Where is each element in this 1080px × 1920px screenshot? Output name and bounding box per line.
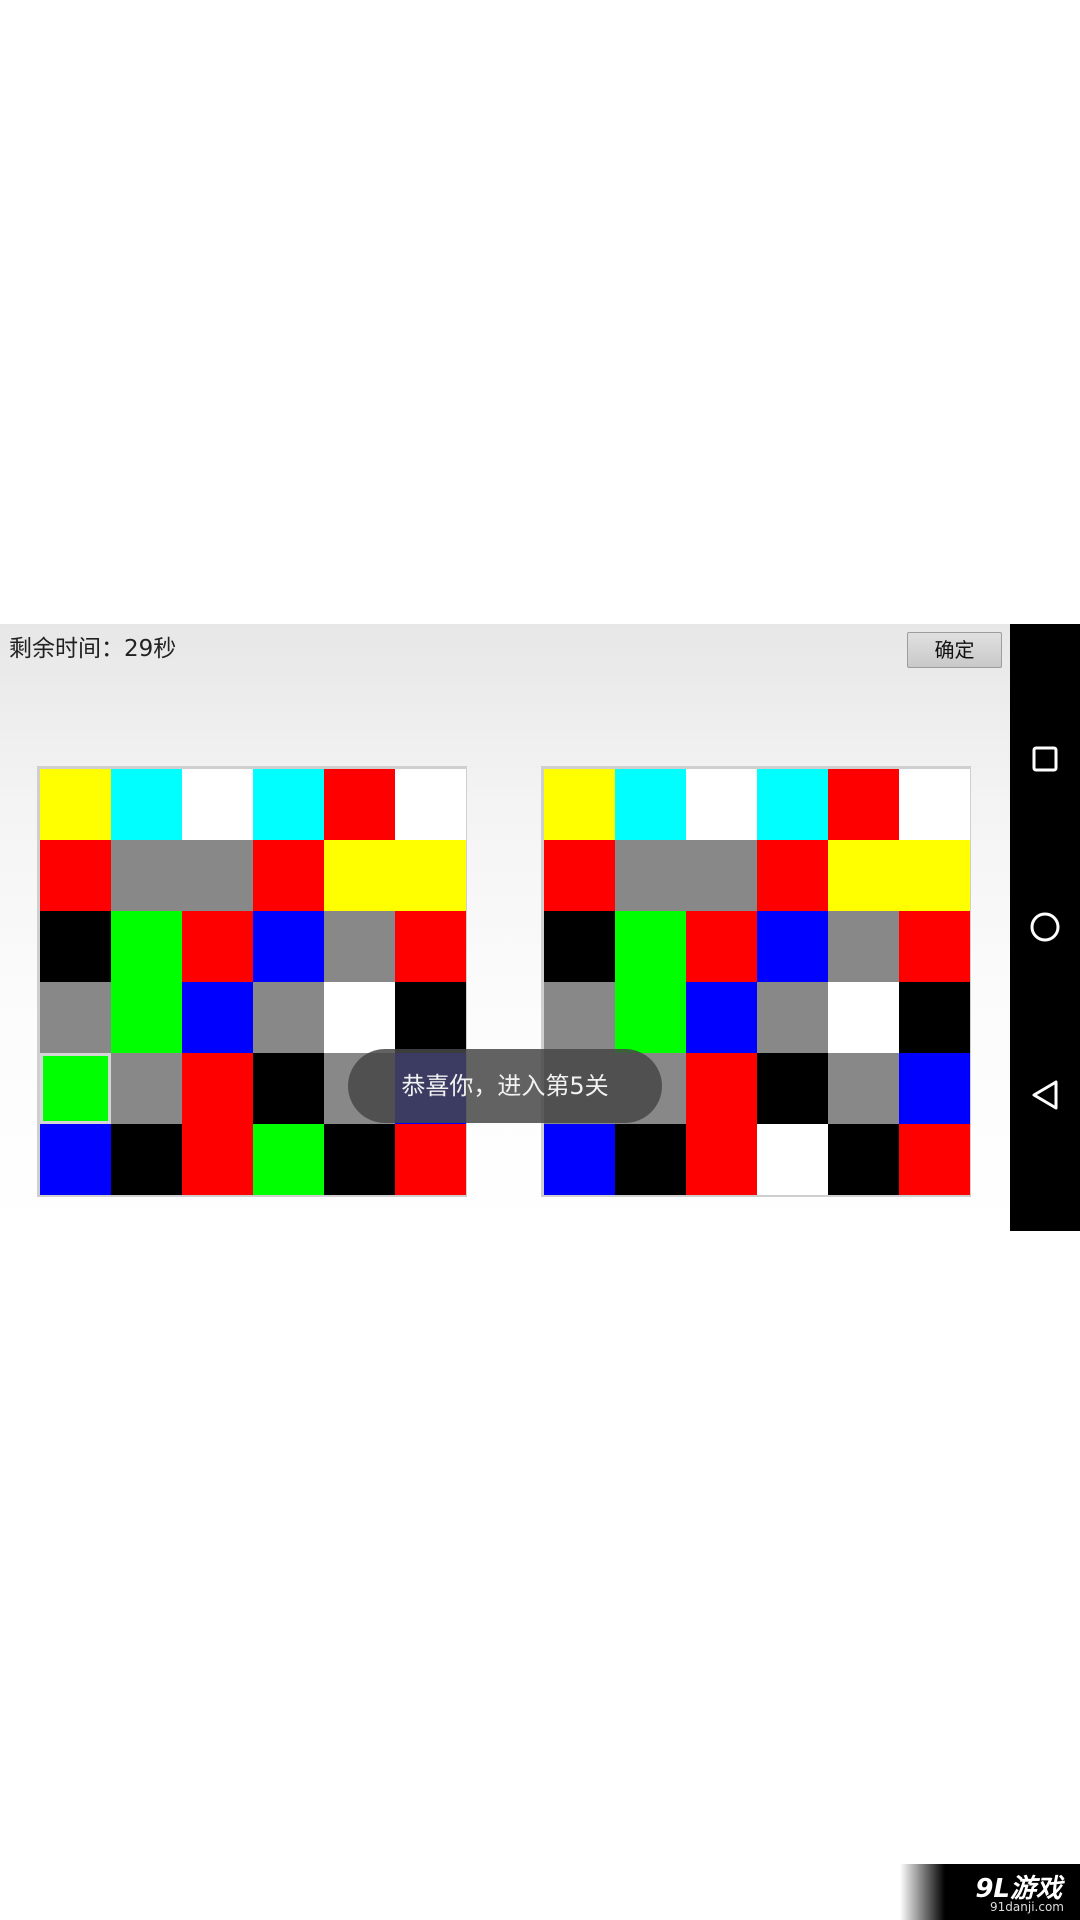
right-board-cell[interactable]	[615, 840, 686, 911]
right-board	[541, 766, 971, 1197]
left-board-cell[interactable]	[395, 769, 466, 840]
left-board-cell[interactable]	[40, 769, 111, 840]
right-board-cell[interactable]	[615, 982, 686, 1053]
right-board-cell[interactable]	[686, 911, 757, 982]
countdown-timer: 剩余时间：29秒	[9, 636, 177, 662]
left-board-cell[interactable]	[324, 982, 395, 1053]
left-board-cell[interactable]	[182, 911, 253, 982]
right-board-cell[interactable]	[615, 1124, 686, 1195]
back-button[interactable]	[1010, 1060, 1080, 1130]
watermark-url: 91danji.com	[990, 1900, 1064, 1914]
left-board-cell[interactable]	[395, 840, 466, 911]
right-board-cell[interactable]	[828, 982, 899, 1053]
left-board-cell[interactable]	[182, 1124, 253, 1195]
right-board-cell[interactable]	[615, 911, 686, 982]
left-board-cell[interactable]	[111, 1124, 182, 1195]
right-board-cell[interactable]	[544, 911, 615, 982]
left-board-cell[interactable]	[111, 911, 182, 982]
left-board-cell[interactable]	[253, 1124, 324, 1195]
right-board-cell[interactable]	[828, 840, 899, 911]
left-board-cell[interactable]	[111, 769, 182, 840]
left-board-cell[interactable]	[324, 1124, 395, 1195]
right-board-cell[interactable]	[899, 1124, 970, 1195]
right-board-cell[interactable]	[757, 769, 828, 840]
left-board-cell[interactable]	[182, 1053, 253, 1124]
right-board-cell[interactable]	[899, 911, 970, 982]
left-board-cell[interactable]	[253, 911, 324, 982]
left-board-cell[interactable]	[324, 840, 395, 911]
right-board-cell[interactable]	[828, 1124, 899, 1195]
right-board-cell[interactable]	[686, 982, 757, 1053]
right-board-cell[interactable]	[899, 840, 970, 911]
left-board-cell[interactable]	[40, 840, 111, 911]
left-board-cell[interactable]	[253, 1053, 324, 1124]
right-board-cell[interactable]	[615, 769, 686, 840]
left-board-cell[interactable]	[395, 1124, 466, 1195]
left-board-cell[interactable]	[111, 840, 182, 911]
right-board-cell[interactable]	[757, 840, 828, 911]
left-board	[37, 766, 467, 1197]
right-board-cell[interactable]	[899, 982, 970, 1053]
confirm-button[interactable]: 确定	[907, 632, 1002, 668]
left-board-grid	[40, 769, 466, 1195]
watermark: 9L游戏 91danji.com	[900, 1864, 1080, 1920]
left-board-cell[interactable]	[253, 982, 324, 1053]
right-board-cell[interactable]	[686, 769, 757, 840]
right-board-cell[interactable]	[686, 1124, 757, 1195]
right-board-cell[interactable]	[828, 769, 899, 840]
circle-icon	[1030, 912, 1060, 942]
left-board-cell[interactable]	[253, 769, 324, 840]
recents-button[interactable]	[1010, 724, 1080, 794]
right-board-cell[interactable]	[757, 1053, 828, 1124]
left-board-cell[interactable]	[182, 840, 253, 911]
right-board-cell[interactable]	[544, 840, 615, 911]
right-board-cell[interactable]	[544, 769, 615, 840]
left-board-cell[interactable]	[253, 840, 324, 911]
right-board-cell[interactable]	[544, 1124, 615, 1195]
left-board-cell[interactable]	[324, 911, 395, 982]
left-board-selected-cell[interactable]	[40, 1053, 111, 1124]
left-board-cell[interactable]	[40, 1124, 111, 1195]
left-board-cell[interactable]	[182, 769, 253, 840]
square-icon	[1032, 746, 1058, 772]
left-board-cell[interactable]	[182, 982, 253, 1053]
triangle-back-icon	[1032, 1080, 1058, 1110]
right-board-cell[interactable]	[828, 911, 899, 982]
right-board-cell[interactable]	[686, 1053, 757, 1124]
right-board-cell[interactable]	[899, 769, 970, 840]
right-board-cell[interactable]	[686, 840, 757, 911]
left-board-cell[interactable]	[324, 769, 395, 840]
left-board-cell[interactable]	[395, 982, 466, 1053]
left-board-cell[interactable]	[111, 982, 182, 1053]
left-board-cell[interactable]	[111, 1053, 182, 1124]
left-board-cell[interactable]	[395, 911, 466, 982]
level-up-toast: 恭喜你，进入第5关	[348, 1049, 662, 1123]
left-board-cell[interactable]	[40, 982, 111, 1053]
right-board-cell[interactable]	[757, 982, 828, 1053]
android-nav-bar	[1010, 624, 1080, 1231]
right-board-cell[interactable]	[828, 1053, 899, 1124]
right-board-grid	[544, 769, 970, 1195]
left-board-cell[interactable]	[40, 911, 111, 982]
right-board-cell[interactable]	[757, 911, 828, 982]
home-button[interactable]	[1010, 892, 1080, 962]
right-board-cell[interactable]	[544, 982, 615, 1053]
right-board-cell[interactable]	[757, 1124, 828, 1195]
right-board-cell[interactable]	[899, 1053, 970, 1124]
